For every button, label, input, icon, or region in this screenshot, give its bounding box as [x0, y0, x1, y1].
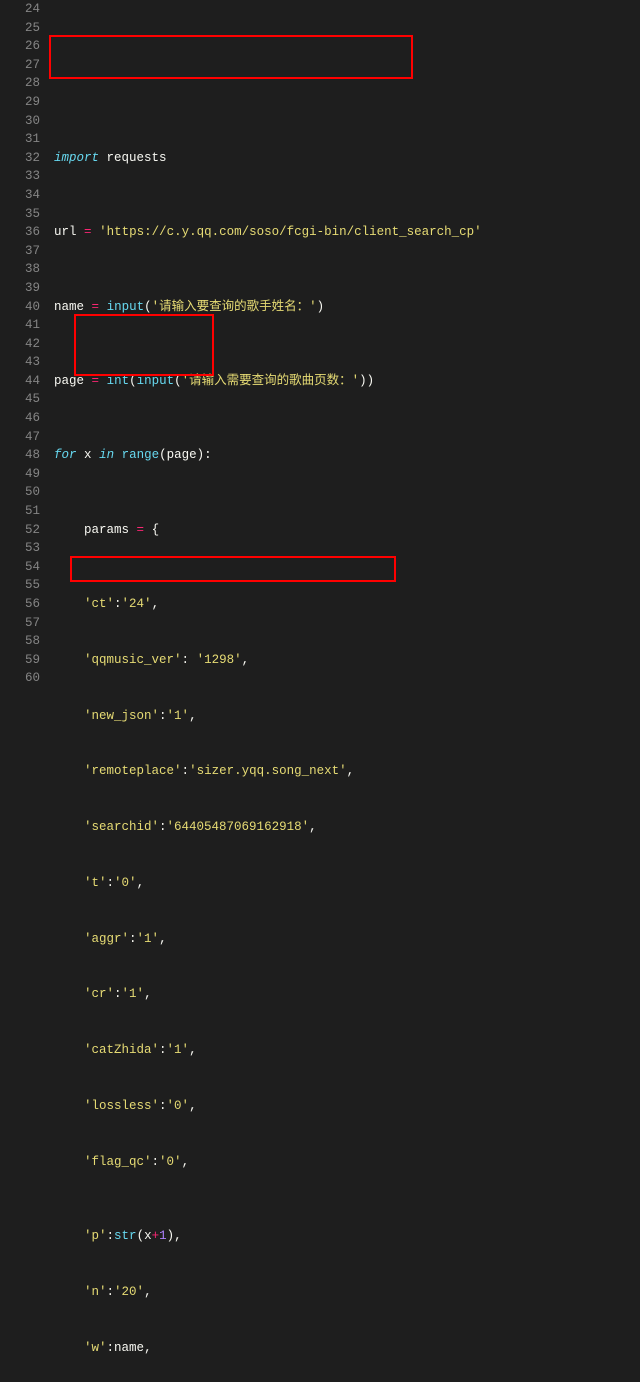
line-number: 47	[0, 428, 40, 447]
line-35[interactable]: 't':'0',	[54, 874, 640, 893]
line-32[interactable]: 'new_json':'1',	[54, 707, 640, 726]
line-number: 37	[0, 242, 40, 261]
line-number: 31	[0, 130, 40, 149]
line-number: 30	[0, 112, 40, 131]
line-30[interactable]: 'ct':'24',	[54, 595, 640, 614]
line-number: 54	[0, 558, 40, 577]
highlight-box-2	[74, 314, 214, 376]
line-number: 39	[0, 279, 40, 298]
line-number: 36	[0, 223, 40, 242]
line-number: 34	[0, 186, 40, 205]
line-27[interactable]: page = int(input('请输入需要查询的歌曲页数：'))	[54, 372, 640, 391]
line-number: 55	[0, 576, 40, 595]
line-number-gutter: 2425262728293031323334353637383940414243…	[0, 0, 52, 1382]
line-number: 59	[0, 651, 40, 670]
line-number: 57	[0, 614, 40, 633]
line-number: 38	[0, 260, 40, 279]
line-number: 52	[0, 521, 40, 540]
line-40[interactable]: 'flag_qc':'0',	[54, 1153, 640, 1172]
line-number: 53	[0, 539, 40, 558]
line-33[interactable]: 'remoteplace':'sizer.yqq.song_next',	[54, 762, 640, 781]
line-29[interactable]: params = {	[54, 521, 640, 540]
line-number: 50	[0, 483, 40, 502]
line-number: 32	[0, 149, 40, 168]
line-24[interactable]: import requests	[54, 149, 640, 168]
code-editor[interactable]: 2425262728293031323334353637383940414243…	[0, 0, 640, 1382]
line-number: 42	[0, 335, 40, 354]
line-number: 27	[0, 56, 40, 75]
line-25[interactable]: url = 'https://c.y.qq.com/soso/fcgi-bin/…	[54, 223, 640, 242]
code-area[interactable]: import requests url = 'https://c.y.qq.co…	[52, 0, 640, 1382]
line-number: 33	[0, 167, 40, 186]
line-number: 43	[0, 353, 40, 372]
line-number: 44	[0, 372, 40, 391]
line-number: 26	[0, 37, 40, 56]
line-number: 25	[0, 19, 40, 38]
line-number: 58	[0, 632, 40, 651]
line-number: 29	[0, 93, 40, 112]
line-number: 24	[0, 0, 40, 19]
line-43[interactable]: 'w':name,	[54, 1339, 640, 1358]
line-number: 46	[0, 409, 40, 428]
line-number: 51	[0, 502, 40, 521]
highlight-box-3	[70, 556, 396, 582]
line-42[interactable]: 'n':'20',	[54, 1283, 640, 1302]
line-26[interactable]: name = input('请输入要查询的歌手姓名：')	[54, 298, 640, 317]
line-28[interactable]: for x in range(page):	[54, 446, 640, 465]
line-37[interactable]: 'cr':'1',	[54, 985, 640, 1004]
line-number: 40	[0, 298, 40, 317]
line-number: 60	[0, 669, 40, 688]
line-38[interactable]: 'catZhida':'1',	[54, 1041, 640, 1060]
line-number: 45	[0, 390, 40, 409]
line-number: 35	[0, 205, 40, 224]
line-41[interactable]: 'p':str(x+1),	[54, 1227, 640, 1246]
line-36[interactable]: 'aggr':'1',	[54, 930, 640, 949]
line-39[interactable]: 'lossless':'0',	[54, 1097, 640, 1116]
line-34[interactable]: 'searchid':'64405487069162918',	[54, 818, 640, 837]
line-number: 49	[0, 465, 40, 484]
line-number: 28	[0, 74, 40, 93]
line-number: 41	[0, 316, 40, 335]
line-number: 48	[0, 446, 40, 465]
line-31[interactable]: 'qqmusic_ver': '1298',	[54, 651, 640, 670]
highlight-box-1	[49, 35, 413, 79]
line-number: 56	[0, 595, 40, 614]
